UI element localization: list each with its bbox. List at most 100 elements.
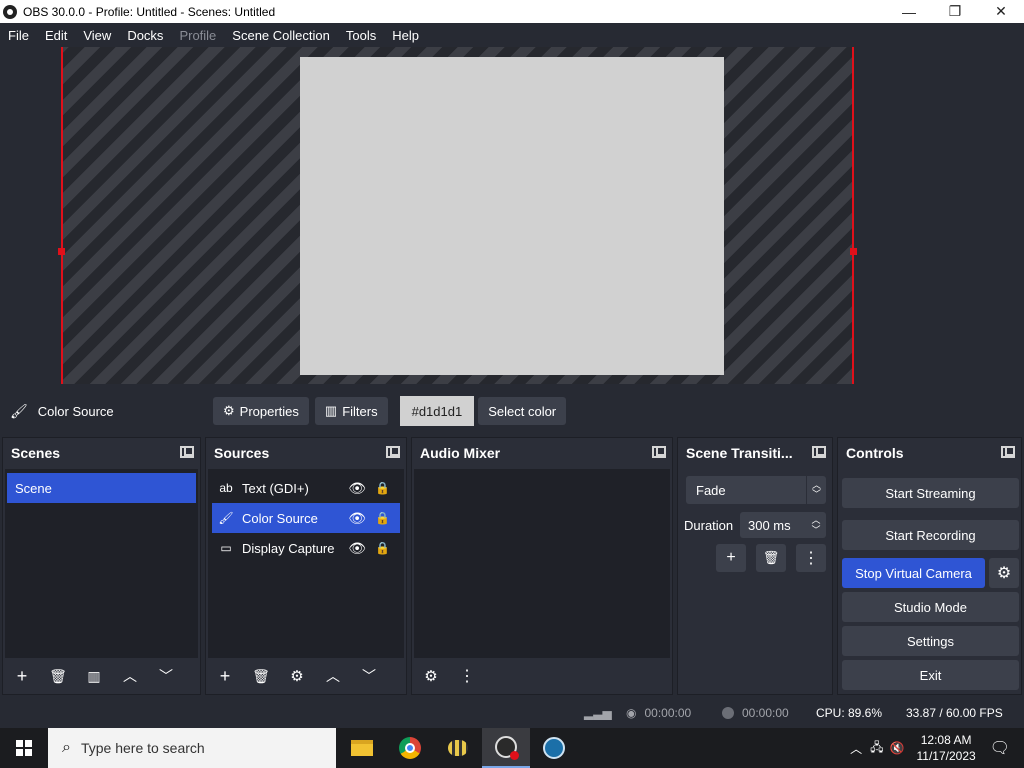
audio-mixer-title: Audio Mixer (420, 445, 501, 461)
system-tray: ︿ 🖧 🔇 12:08 AM 11/17/2023 🗨 (850, 728, 1024, 768)
notification-icon[interactable]: 🗨 (990, 738, 1010, 758)
network-icon[interactable]: 🖧 (870, 738, 883, 759)
add-scene-button[interactable]: + (7, 662, 37, 690)
title-bar: OBS 30.0.0 - Profile: Untitled - Scenes:… (0, 0, 1024, 23)
source-properties-button[interactable]: ⚙ (282, 662, 312, 690)
lock-icon[interactable]: 🔒 (375, 481, 390, 495)
text-icon: ab (219, 481, 233, 495)
move-scene-down-button[interactable]: ﹀ (151, 662, 181, 690)
eye-icon[interactable]: 👁 (348, 510, 366, 527)
controls-title: Controls (846, 445, 904, 461)
menu-docks[interactable]: Docks (119, 28, 171, 43)
file-explorer-icon[interactable] (338, 728, 386, 768)
resize-handle-right[interactable] (850, 248, 857, 255)
add-transition-button[interactable]: + (716, 544, 746, 572)
advanced-audio-settings-button[interactable]: ⚙ (416, 662, 446, 690)
cpu-usage: CPU: 89.6% (816, 706, 883, 720)
settings-button[interactable]: Settings (842, 626, 1019, 656)
lock-icon[interactable]: 🔒 (375, 541, 390, 555)
record-time: 00:00:00 (742, 706, 789, 720)
audio-mixer-list (414, 469, 670, 658)
move-source-up-button[interactable]: ︿ (318, 662, 348, 690)
menu-view[interactable]: View (75, 28, 119, 43)
menu-tools[interactable]: Tools (338, 28, 384, 43)
transition-selected: Fade (696, 482, 726, 498)
sources-dock-title: Sources (214, 445, 270, 461)
source-item-display-capture[interactable]: ▭ Display Capture 👁 🔒 (208, 533, 404, 563)
transition-select[interactable]: Fade ︿ ﹀ (686, 476, 826, 504)
exit-button[interactable]: Exit (842, 660, 1019, 690)
stream-time: 00:00:00 (644, 706, 692, 720)
filters-label: Filters (342, 403, 378, 419)
select-color-button[interactable]: Select color (478, 397, 567, 425)
controls-dock: Controls Start Streaming Start Recording… (837, 437, 1022, 695)
stream-icon: ◉ (626, 706, 637, 720)
source-item-text[interactable]: ab Text (GDI+) 👁 🔒 (208, 473, 404, 503)
properties-button[interactable]: ⚙ Properties (213, 397, 309, 425)
mixer-menu-button[interactable]: ⋮ (452, 662, 482, 690)
start-button[interactable] (0, 728, 48, 768)
filter-icon: ▥ (324, 403, 338, 418)
eye-icon[interactable]: 👁 (348, 540, 366, 557)
lock-icon[interactable]: 🔒 (375, 511, 390, 525)
transitions-title: Scene Transiti... (686, 445, 793, 461)
add-source-button[interactable]: + (210, 662, 240, 690)
transition-menu-button[interactable]: ⋮ (796, 544, 826, 572)
scene-filters-button[interactable]: ▥ (79, 662, 109, 690)
chevron-updown-icon: ︿ ﹀ (806, 476, 826, 504)
eye-icon[interactable]: 👁 (348, 480, 366, 497)
scenes-dock-title: Scenes (11, 445, 61, 461)
undock-icon[interactable] (1001, 446, 1015, 458)
spinbox-arrows-icon[interactable]: ︿ ﹀ (806, 512, 826, 538)
window-title: OBS 30.0.0 - Profile: Untitled - Scenes:… (23, 4, 276, 19)
menu-edit[interactable]: Edit (37, 28, 75, 43)
undock-icon[interactable] (386, 446, 400, 458)
menu-help[interactable]: Help (384, 28, 427, 43)
stop-virtual-camera-button[interactable]: Stop Virtual Camera (842, 558, 985, 588)
restore-button[interactable]: ❐ (932, 0, 978, 23)
source-label: Text (GDI+) (242, 480, 309, 496)
menu-profile[interactable]: Profile (171, 28, 224, 43)
virtual-camera-settings-gear-icon[interactable]: ⚙ (989, 558, 1019, 588)
minimize-button[interactable]: — (886, 0, 932, 23)
menu-bar: File Edit View Docks Profile Scene Colle… (0, 23, 1024, 47)
menu-scene-collection[interactable]: Scene Collection (224, 28, 338, 43)
taskbar-clock[interactable]: 12:08 AM 11/17/2023 (917, 732, 976, 764)
filters-button[interactable]: ▥ Filters (314, 397, 388, 425)
source-toolbar: 🖌 Color Source ⚙ Properties ▥ Filters #d… (0, 390, 1024, 432)
preview-area[interactable] (0, 47, 1024, 386)
duration-input[interactable]: 300 ms ︿ ﹀ (740, 512, 826, 538)
chevron-up-icon[interactable]: ︿ (850, 740, 862, 757)
color-source-canvas[interactable] (300, 57, 724, 375)
source-label: Display Capture (242, 540, 335, 556)
audio-mixer-dock: Audio Mixer ⚙ ⋮ (411, 437, 673, 695)
undock-icon[interactable] (180, 446, 194, 458)
scene-item[interactable]: Scene (7, 473, 196, 503)
move-source-down-button[interactable]: ﹀ (354, 662, 384, 690)
resize-handle-left[interactable] (58, 248, 65, 255)
color-value-swatch: #d1d1d1 (399, 396, 475, 426)
menu-file[interactable]: File (0, 28, 37, 43)
chrome-icon[interactable] (386, 728, 434, 768)
clock-date: 11/17/2023 (916, 749, 976, 763)
obs-taskbar-icon[interactable] (482, 728, 530, 768)
taskbar-search[interactable]: ⌕ Type here to search (48, 728, 336, 768)
start-recording-button[interactable]: Start Recording (842, 520, 1019, 550)
windows-taskbar: ⌕ Type here to search ︿ 🖧 🔇 12:08 AM 11/… (0, 728, 1024, 768)
bee-app-icon[interactable] (434, 728, 482, 768)
windows-logo-icon (16, 740, 32, 756)
volume-muted-icon[interactable]: 🔇 (890, 741, 905, 755)
remove-transition-button[interactable]: 🗑 (756, 544, 786, 572)
source-item-color[interactable]: 🖌 Color Source 👁 🔒 (212, 503, 400, 533)
scenes-list: Scene (5, 469, 198, 658)
undock-icon[interactable] (652, 446, 666, 458)
close-button[interactable]: ✕ (978, 0, 1024, 23)
start-streaming-button[interactable]: Start Streaming (842, 478, 1019, 508)
scene-transitions-dock: Scene Transiti... Fade ︿ ﹀ Duration 300 m… (677, 437, 833, 695)
studio-mode-button[interactable]: Studio Mode (842, 592, 1019, 622)
move-scene-up-button[interactable]: ︿ (115, 662, 145, 690)
remove-scene-button[interactable]: 🗑 (43, 662, 73, 690)
remove-source-button[interactable]: 🗑 (246, 662, 276, 690)
undock-icon[interactable] (812, 446, 826, 458)
steam-icon[interactable] (530, 728, 578, 768)
